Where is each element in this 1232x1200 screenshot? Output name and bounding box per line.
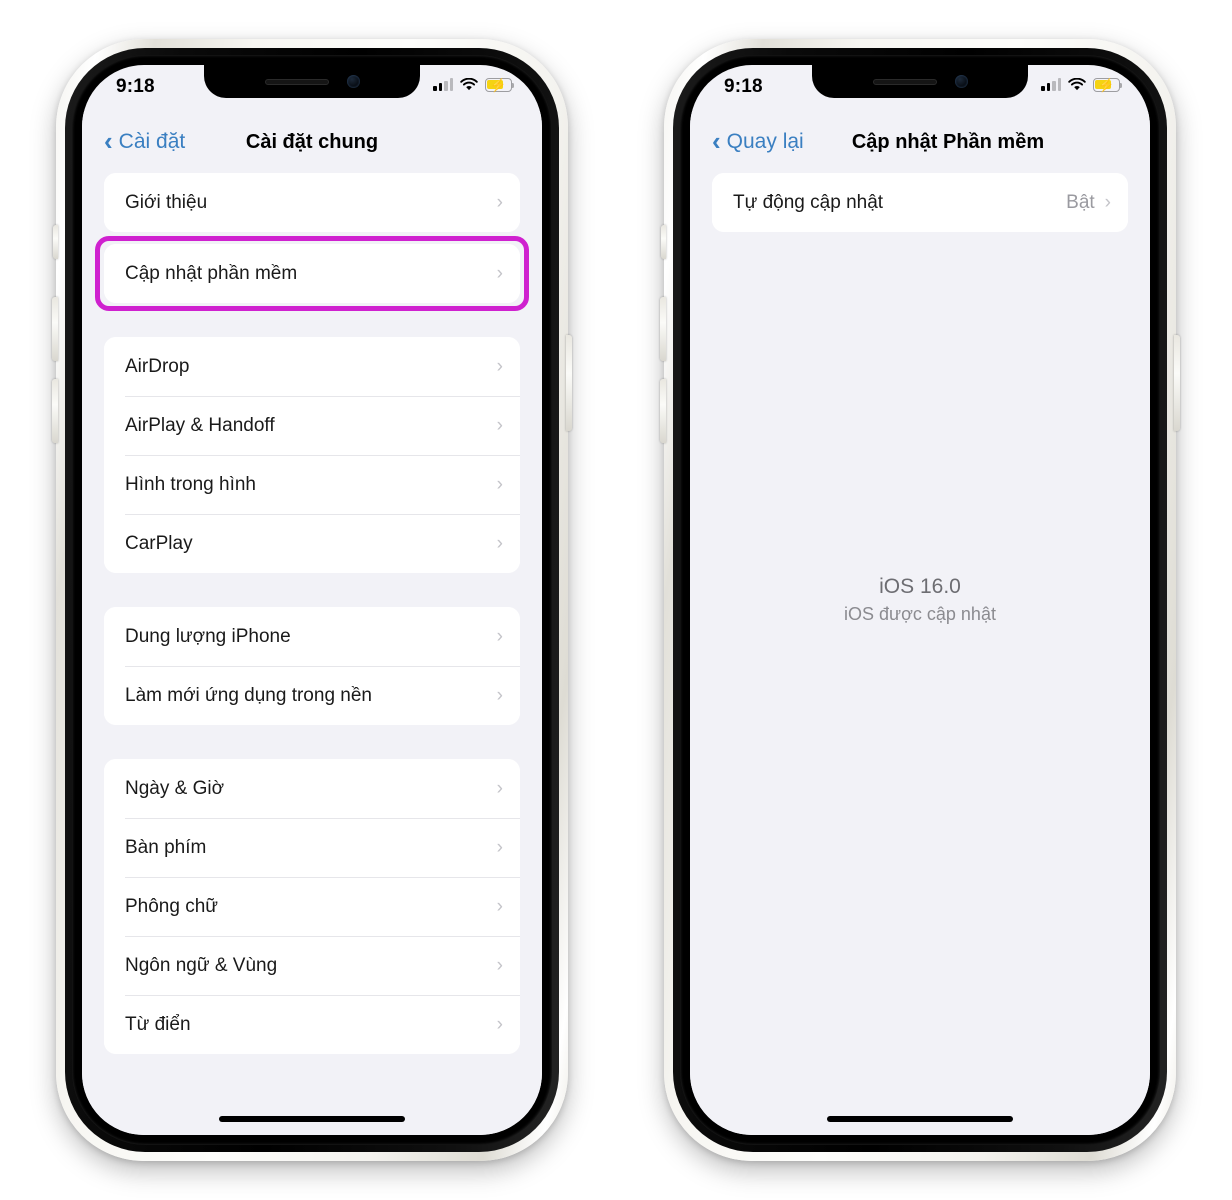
settings-group: AirDrop › AirPlay & Handoff › Hình trong…: [104, 337, 520, 573]
list-item-label: Ngày & Giờ: [125, 777, 225, 799]
volume-up-button[interactable]: [660, 297, 666, 361]
chevron-right-icon: ›: [496, 474, 503, 495]
list-item-label: AirPlay & Handoff: [125, 414, 275, 436]
list-item-label: Cập nhật phần mềm: [125, 262, 298, 284]
power-button[interactable]: [1174, 335, 1180, 431]
status-bar-indicators: ⚡: [433, 74, 515, 92]
list-item[interactable]: Từ điển ›: [104, 995, 520, 1054]
list-item-label: AirDrop: [125, 355, 190, 377]
status-bar: 9:18 ⚡: [690, 65, 1150, 111]
ios-version-label: iOS 16.0: [879, 575, 961, 598]
chevron-right-icon: ›: [496, 192, 503, 213]
back-button-label: Cài đặt: [118, 130, 186, 153]
mute-switch-button[interactable]: [661, 225, 666, 259]
navigation-bar: ‹ Cài đặt Cài đặt chung: [82, 111, 542, 173]
list-item[interactable]: AirDrop ›: [104, 337, 520, 396]
phone-device-left: 9:18 ⚡ ‹ Cài đặt Cài đặt chung Giới thiệ…: [52, 39, 572, 1161]
settings-list-right: Tự động cập nhật Bật › iOS 16.0 iOS được…: [690, 173, 1150, 1135]
navigation-bar: ‹ Quay lại Cập nhật Phần mềm: [690, 111, 1150, 173]
list-item-label: CarPlay: [125, 532, 193, 554]
chevron-right-icon: ›: [496, 896, 503, 917]
volume-down-button[interactable]: [52, 379, 58, 443]
list-item-label: Ngôn ngữ & Vùng: [125, 954, 278, 976]
list-item-label: Bàn phím: [125, 836, 207, 858]
chevron-right-icon: ›: [496, 837, 503, 858]
settings-group: Dung lượng iPhone › Làm mới ứng dụng tro…: [104, 607, 520, 725]
list-item[interactable]: Ngôn ngữ & Vùng ›: [104, 936, 520, 995]
list-item[interactable]: Dung lượng iPhone ›: [104, 607, 520, 666]
battery-charging-icon: ⚡: [485, 78, 515, 92]
back-button[interactable]: ‹ Cài đặt: [104, 126, 186, 156]
list-item-label: Làm mới ứng dụng trong nền: [125, 684, 372, 706]
phone-screen-left: 9:18 ⚡ ‹ Cài đặt Cài đặt chung Giới thiệ…: [82, 65, 542, 1135]
list-item-label: Từ điển: [125, 1013, 191, 1035]
list-item-value: Bật: [1066, 191, 1095, 213]
list-item[interactable]: Giới thiệu ›: [104, 173, 520, 232]
list-item[interactable]: Bàn phím ›: [104, 818, 520, 877]
cellular-signal-icon: [433, 78, 453, 92]
chevron-right-icon: ›: [496, 415, 503, 436]
chevron-right-icon: ›: [496, 626, 503, 647]
list-item-label: Giới thiệu: [125, 191, 208, 213]
update-status: iOS 16.0 iOS được cập nhật: [690, 575, 1150, 625]
wifi-icon: [460, 78, 478, 91]
status-bar-indicators: ⚡: [1041, 74, 1123, 92]
list-item[interactable]: Làm mới ứng dụng trong nền ›: [104, 666, 520, 725]
list-item-label: Tự động cập nhật: [733, 191, 884, 213]
phone-screen-right: 9:18 ⚡ ‹ Quay lại Cập nhật Phần mềm Tự đ…: [690, 65, 1150, 1135]
phones-stage: 9:18 ⚡ ‹ Cài đặt Cài đặt chung Giới thiệ…: [0, 0, 1232, 1200]
chevron-right-icon: ›: [496, 685, 503, 706]
settings-group: Cập nhật phần mềm ›: [104, 244, 520, 303]
list-item[interactable]: AirPlay & Handoff ›: [104, 396, 520, 455]
status-bar: 9:18 ⚡: [82, 65, 542, 111]
list-item[interactable]: CarPlay ›: [104, 514, 520, 573]
volume-down-button[interactable]: [660, 379, 666, 443]
ios-update-state-label: iOS được cập nhật: [844, 604, 996, 624]
power-button[interactable]: [566, 335, 572, 431]
wifi-icon: [1068, 78, 1086, 91]
chevron-right-icon: ›: [496, 955, 503, 976]
highlighted-item-wrapper: Cập nhật phần mềm ›: [95, 236, 529, 311]
phone-device-right: 9:18 ⚡ ‹ Quay lại Cập nhật Phần mềm Tự đ…: [660, 39, 1180, 1161]
chevron-right-icon: ›: [496, 263, 503, 284]
chevron-right-icon: ›: [1104, 192, 1111, 213]
chevron-left-icon: ‹: [104, 126, 113, 156]
cellular-signal-icon: [1041, 78, 1061, 92]
list-item-label: Dung lượng iPhone: [125, 625, 291, 647]
battery-charging-icon: ⚡: [1093, 78, 1123, 92]
volume-up-button[interactable]: [52, 297, 58, 361]
list-item-label: Phông chữ: [125, 895, 219, 917]
chevron-right-icon: ›: [496, 356, 503, 377]
back-button[interactable]: ‹ Quay lại: [712, 126, 804, 156]
home-indicator[interactable]: [219, 1116, 405, 1122]
home-indicator[interactable]: [827, 1116, 1013, 1122]
chevron-right-icon: ›: [496, 533, 503, 554]
mute-switch-button[interactable]: [53, 225, 58, 259]
list-item-label: Hình trong hình: [125, 473, 256, 495]
settings-list-left: Giới thiệu › Cập nhật phần mềm › AirDrop…: [82, 173, 542, 1135]
chevron-left-icon: ‹: [712, 126, 721, 156]
list-item-software-update[interactable]: Cập nhật phần mềm ›: [104, 244, 520, 303]
chevron-right-icon: ›: [496, 1014, 503, 1035]
status-bar-time: 9:18: [116, 76, 155, 97]
chevron-right-icon: ›: [496, 778, 503, 799]
list-item[interactable]: Hình trong hình ›: [104, 455, 520, 514]
settings-group: Giới thiệu ›: [104, 173, 520, 232]
settings-group: Ngày & Giờ › Bàn phím › Phông chữ › Ngôn…: [104, 759, 520, 1054]
list-item[interactable]: Ngày & Giờ ›: [104, 759, 520, 818]
list-item-auto-update[interactable]: Tự động cập nhật Bật ›: [712, 173, 1128, 232]
list-item[interactable]: Phông chữ ›: [104, 877, 520, 936]
status-bar-time: 9:18: [724, 76, 763, 97]
settings-group: Tự động cập nhật Bật ›: [712, 173, 1128, 232]
back-button-label: Quay lại: [726, 130, 804, 153]
group-separator: [104, 303, 520, 337]
